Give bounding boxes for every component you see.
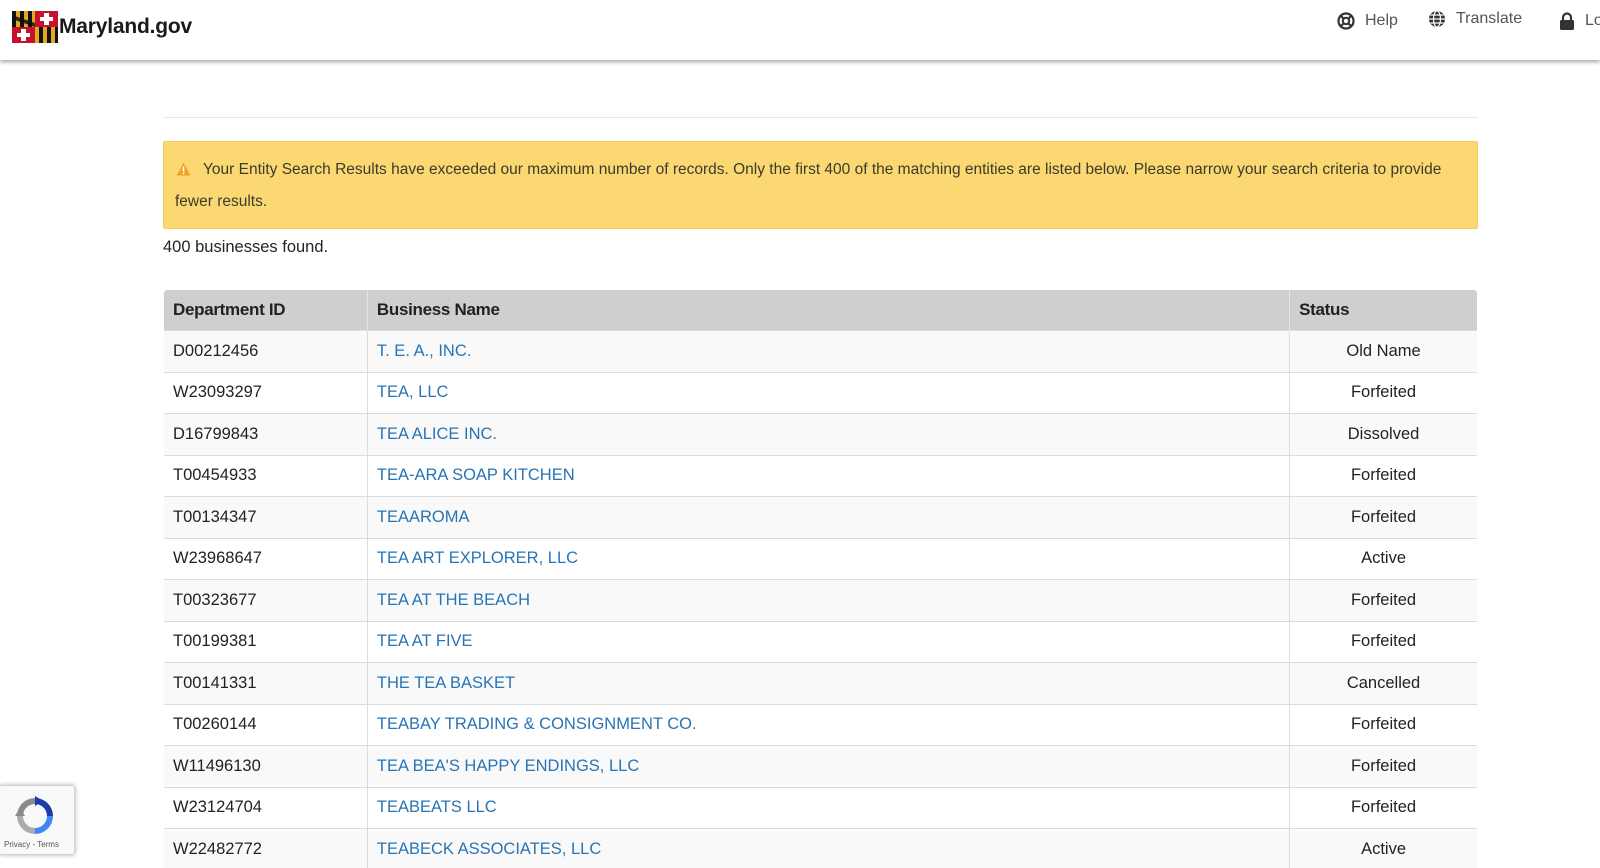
department-id-cell: T00134347 <box>164 496 368 538</box>
department-id-cell: T00454933 <box>164 454 368 497</box>
table-row: T00199381 TEA AT FIVE Forfeited <box>164 620 1477 663</box>
department-id-cell: T00199381 <box>164 620 368 663</box>
department-id-cell: T00323677 <box>164 579 368 621</box>
business-name-link[interactable]: TEA ART EXPLORER, LLC <box>377 549 578 567</box>
status-cell: Forfeited <box>1289 496 1477 538</box>
results-table: Department ID Business Name Status D0021… <box>163 289 1478 868</box>
business-name-link[interactable]: THE TEA BASKET <box>377 674 515 692</box>
table-row: W23093297 TEA, LLC Forfeited <box>164 371 1477 414</box>
recaptcha-badge[interactable]: Privacy - Terms <box>0 785 75 855</box>
table-header-row: Department ID Business Name Status <box>164 289 1477 331</box>
department-id-cell: T00260144 <box>164 703 368 746</box>
business-name-link[interactable]: TEABAY TRADING & CONSIGNMENT CO. <box>377 715 697 733</box>
table-row: T00454933 TEA-ARA SOAP KITCHEN Forfeited <box>164 454 1477 497</box>
status-cell: Forfeited <box>1289 786 1477 829</box>
status-cell: Forfeited <box>1289 703 1477 746</box>
recaptcha-terms[interactable]: Privacy - Terms <box>4 840 59 849</box>
department-id-cell: D00212456 <box>164 330 368 372</box>
login-link[interactable]: Lo <box>1559 12 1600 30</box>
business-name-link[interactable]: TEABEATS LLC <box>377 798 497 816</box>
business-name-link[interactable]: TEA ALICE INC. <box>377 425 497 443</box>
warning-icon <box>176 162 191 176</box>
table-row: W23968647 TEA ART EXPLORER, LLC Active <box>164 537 1477 580</box>
business-name-cell: T. E. A., INC. <box>367 330 1291 372</box>
business-name-cell: TEA, LLC <box>367 371 1291 414</box>
table-row: T00260144 TEABAY TRADING & CONSIGNMENT C… <box>164 703 1477 746</box>
business-name-cell: TEA-ARA SOAP KITCHEN <box>367 454 1291 497</box>
status-cell: Forfeited <box>1289 371 1477 414</box>
table-row: T00323677 TEA AT THE BEACH Forfeited <box>164 579 1477 621</box>
site-logo[interactable]: Maryland.gov <box>12 11 192 43</box>
department-id-cell: D16799843 <box>164 413 368 455</box>
department-id-cell: W23124704 <box>164 786 368 829</box>
status-cell: Active <box>1289 537 1477 580</box>
help-label: Help <box>1365 12 1398 29</box>
column-header-department-id[interactable]: Department ID <box>164 289 368 331</box>
status-cell: Forfeited <box>1289 745 1477 787</box>
department-id-cell: T00141331 <box>164 662 368 704</box>
recaptcha-icon <box>15 796 53 834</box>
department-id-cell: W22482772 <box>164 828 368 868</box>
table-row: T00134347 TEAAROMA Forfeited <box>164 496 1477 538</box>
business-name-cell: TEA AT FIVE <box>367 620 1291 663</box>
maryland-flag-icon <box>12 11 58 43</box>
table-row: W22482772 TEABECK ASSOCIATES, LLC Active <box>164 828 1477 868</box>
business-name-link[interactable]: TEA AT THE BEACH <box>377 591 530 609</box>
results-count: 400 businesses found. <box>163 238 329 256</box>
business-name-link[interactable]: TEAAROMA <box>377 508 470 526</box>
login-label: Lo <box>1585 12 1600 29</box>
table-row: W23124704 TEABEATS LLC Forfeited <box>164 786 1477 829</box>
business-name-cell: TEABEATS LLC <box>367 786 1291 829</box>
help-link[interactable]: Help <box>1337 12 1398 30</box>
translate-label: Translate <box>1456 10 1523 27</box>
table-row: T00141331 THE TEA BASKET Cancelled <box>164 662 1477 704</box>
business-name-link[interactable]: T. E. A., INC. <box>377 342 471 360</box>
table-row: W11496130 TEA BEA'S HAPPY ENDINGS, LLC F… <box>164 745 1477 787</box>
lifebuoy-icon <box>1337 12 1355 30</box>
status-cell: Dissolved <box>1289 413 1477 455</box>
department-id-cell: W11496130 <box>164 745 368 787</box>
status-cell: Forfeited <box>1289 454 1477 497</box>
status-cell: Old Name <box>1289 330 1477 372</box>
business-name-cell: TEA BEA'S HAPPY ENDINGS, LLC <box>367 745 1291 787</box>
business-name-cell: TEAAROMA <box>367 496 1291 538</box>
table-row: D00212456 T. E. A., INC. Old Name <box>164 330 1477 372</box>
column-header-business-name[interactable]: Business Name <box>367 289 1291 331</box>
business-name-link[interactable]: TEA BEA'S HAPPY ENDINGS, LLC <box>377 757 639 775</box>
lock-icon <box>1560 12 1574 30</box>
business-name-cell: THE TEA BASKET <box>367 662 1291 704</box>
business-name-cell: TEA AT THE BEACH <box>367 579 1291 621</box>
business-name-link[interactable]: TEA, LLC <box>377 383 449 401</box>
alert-message: Your Entity Search Results have exceeded… <box>175 161 1442 210</box>
translate-link[interactable]: Translate <box>1428 10 1522 28</box>
table-row: D16799843 TEA ALICE INC. Dissolved <box>164 413 1477 455</box>
site-name: Maryland.gov <box>59 15 192 38</box>
status-cell: Forfeited <box>1289 620 1477 663</box>
status-cell: Active <box>1289 828 1477 868</box>
department-id-cell: W23968647 <box>164 537 368 580</box>
business-name-cell: TEA ALICE INC. <box>367 413 1291 455</box>
business-name-cell: TEABECK ASSOCIATES, LLC <box>367 828 1291 868</box>
business-name-cell: TEABAY TRADING & CONSIGNMENT CO. <box>367 703 1291 746</box>
business-name-link[interactable]: TEA AT FIVE <box>377 632 473 650</box>
business-name-cell: TEA ART EXPLORER, LLC <box>367 537 1291 580</box>
status-cell: Forfeited <box>1289 579 1477 621</box>
content-divider <box>163 117 1478 118</box>
column-header-status[interactable]: Status <box>1289 289 1477 331</box>
results-limit-alert: Your Entity Search Results have exceeded… <box>163 141 1478 229</box>
globe-icon <box>1429 10 1445 28</box>
status-cell: Cancelled <box>1289 662 1477 704</box>
department-id-cell: W23093297 <box>164 371 368 414</box>
business-name-link[interactable]: TEA-ARA SOAP KITCHEN <box>377 466 575 484</box>
business-name-link[interactable]: TEABECK ASSOCIATES, LLC <box>377 840 601 858</box>
site-header: Maryland.gov Help Translate Lo <box>0 0 1600 60</box>
